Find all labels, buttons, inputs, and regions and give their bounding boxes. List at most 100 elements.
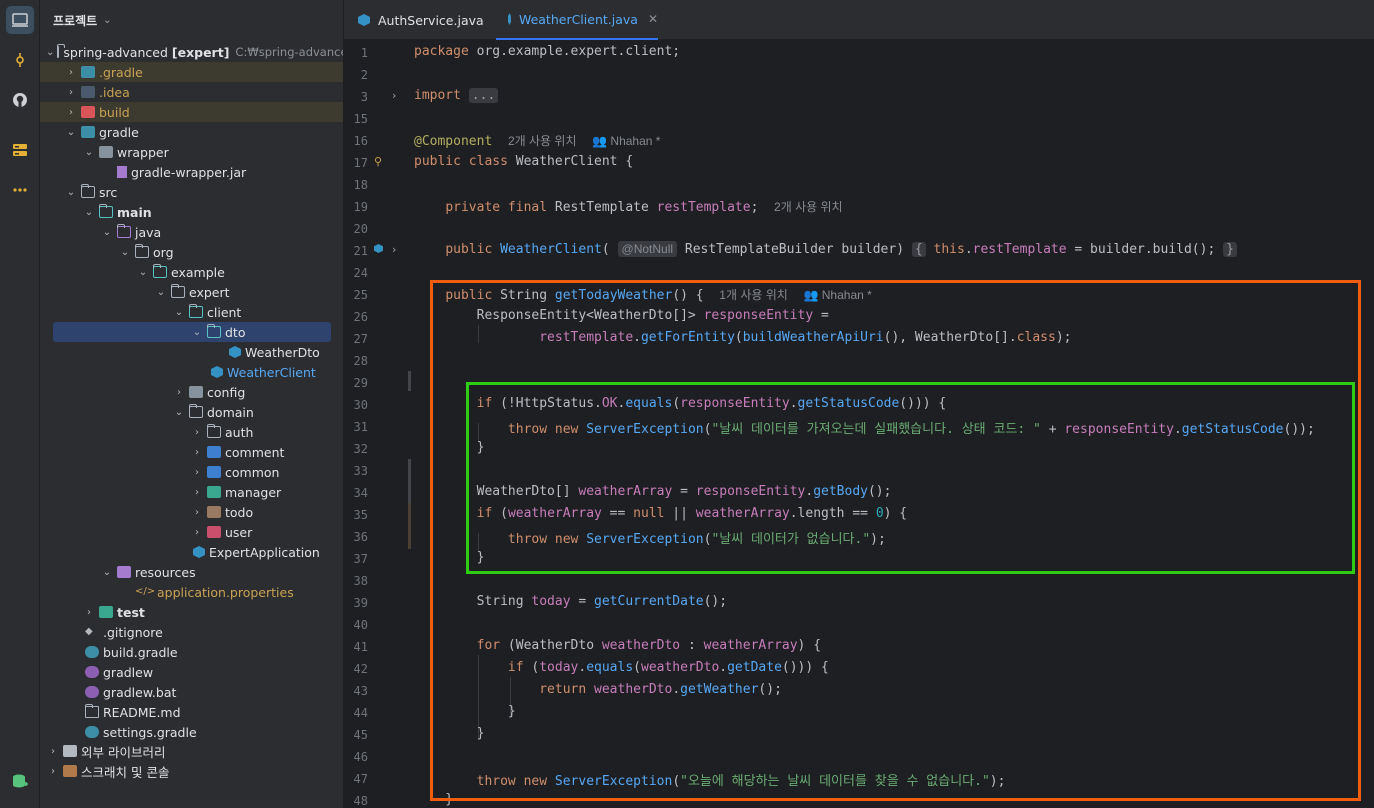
- tree-item-settings-gradle[interactable]: settings.gradle: [40, 722, 343, 742]
- github-icon[interactable]: [6, 86, 34, 114]
- chevron-right-icon[interactable]: ›: [64, 107, 78, 118]
- chevron-right-icon[interactable]: ›: [64, 87, 78, 98]
- tab-label: AuthService.java: [378, 12, 484, 28]
- fold-expand-icon[interactable]: ›: [392, 89, 396, 102]
- chevron-right-icon[interactable]: ›: [46, 766, 60, 777]
- chevron-down-icon[interactable]: ⌄: [100, 227, 114, 238]
- tree-item-weatherdto[interactable]: WeatherDto: [40, 342, 343, 362]
- tree-item-common[interactable]: › common: [40, 462, 343, 482]
- code-line: @Component 2개 사용 위치 👥 Nhahan *: [414, 134, 661, 149]
- package-icon: [189, 304, 203, 318]
- tree-item-idea[interactable]: › .idea: [40, 82, 343, 102]
- package-icon: [207, 526, 221, 538]
- bean-icon[interactable]: ⚲: [374, 155, 382, 168]
- gradle-folder-icon: [81, 66, 95, 78]
- chevron-down-icon[interactable]: ⌄: [64, 187, 78, 198]
- tree-item-label: todo: [225, 504, 254, 520]
- usages-hint[interactable]: 2개 사용 위치: [774, 200, 843, 214]
- structure-icon[interactable]: [6, 136, 34, 164]
- tree-item-comment[interactable]: › comment: [40, 442, 343, 462]
- tree-item-expert[interactable]: ⌄ expert: [40, 282, 343, 302]
- java-class-icon: [229, 346, 241, 358]
- chevron-right-icon[interactable]: ›: [172, 387, 186, 398]
- chevron-down-icon[interactable]: ⌄: [46, 47, 54, 58]
- tree-item-label: gradlew: [103, 664, 154, 680]
- tree-item-example[interactable]: ⌄ example: [40, 262, 343, 282]
- tree-item-label: 외부 라이브러리: [81, 744, 166, 760]
- tree-item-gradle-wrapper-jar[interactable]: gradle-wrapper.jar: [40, 162, 343, 182]
- package-icon: [207, 324, 221, 338]
- tree-item-manager[interactable]: › manager: [40, 482, 343, 502]
- tree-item-org[interactable]: ⌄ org: [40, 242, 343, 262]
- chevron-down-icon[interactable]: ⌄: [64, 127, 78, 138]
- tree-item-client[interactable]: ⌄ client: [40, 302, 343, 322]
- package-icon: [207, 424, 221, 438]
- implementation-icon[interactable]: [374, 244, 383, 253]
- chevron-right-icon[interactable]: ›: [190, 487, 204, 498]
- tree-item-gradle[interactable]: ⌄ gradle: [40, 122, 343, 142]
- more-tools-icon[interactable]: [6, 176, 34, 204]
- tree-root[interactable]: ⌄ spring-advanced [expert] C:₩spring-adv…: [40, 42, 343, 62]
- tree-item-scratches[interactable]: › 스크래치 및 콘솔: [40, 761, 343, 781]
- chevron-down-icon[interactable]: ⌄: [190, 327, 204, 338]
- tree-item-resources[interactable]: ⌄ resources: [40, 562, 343, 582]
- tree-item-gitignore[interactable]: ◆ .gitignore: [40, 622, 343, 642]
- line-number: 2: [360, 68, 368, 82]
- tree-item-expertapplication[interactable]: ExpertApplication: [40, 542, 343, 562]
- project-panel-header[interactable]: 프로젝트 ⌄: [40, 0, 343, 40]
- tree-item-main[interactable]: ⌄ main: [40, 202, 343, 222]
- folded-imports[interactable]: ...: [468, 88, 499, 103]
- tree-item-build-gradle[interactable]: build.gradle: [40, 642, 343, 662]
- chevron-right-icon[interactable]: ›: [82, 607, 96, 618]
- author-hint[interactable]: Nhahan *: [610, 134, 660, 148]
- fold-expand-icon[interactable]: ›: [392, 243, 396, 256]
- chevron-down-icon[interactable]: ⌄: [172, 407, 186, 418]
- tree-item-src[interactable]: ⌄ src: [40, 182, 343, 202]
- tree-item-build[interactable]: › build: [40, 102, 343, 122]
- tree-item-todo[interactable]: › todo: [40, 502, 343, 522]
- chevron-right-icon[interactable]: ›: [190, 527, 204, 538]
- tree-item-config[interactable]: › config: [40, 382, 343, 402]
- tree-item-java[interactable]: ⌄ java: [40, 222, 343, 242]
- tree-item-gradlew-bat[interactable]: gradlew.bat: [40, 682, 343, 702]
- tab-authservice[interactable]: AuthService.java: [358, 0, 508, 40]
- chevron-down-icon[interactable]: ⌄: [154, 287, 168, 298]
- tree-root-name: spring-advanced: [63, 44, 168, 60]
- line-number: 3: [360, 90, 368, 104]
- chevron-right-icon[interactable]: ›: [190, 427, 204, 438]
- chevron-down-icon[interactable]: ⌄: [172, 307, 186, 318]
- tree-item-auth[interactable]: › auth: [40, 422, 343, 442]
- tree-item-user[interactable]: › user: [40, 522, 343, 542]
- database-icon[interactable]: [6, 768, 34, 796]
- tree-item-application-properties[interactable]: </> application.properties: [40, 582, 343, 602]
- line-number: 29: [353, 376, 368, 390]
- tab-weatherclient[interactable]: WeatherClient.java ✕: [496, 0, 658, 40]
- chevron-down-icon[interactable]: ⌄: [103, 15, 111, 26]
- tree-item-weatherclient[interactable]: WeatherClient: [40, 362, 343, 382]
- project-tool-icon[interactable]: [6, 6, 34, 34]
- chevron-right-icon[interactable]: ›: [64, 67, 78, 78]
- chevron-down-icon[interactable]: ⌄: [118, 247, 132, 258]
- tree-item-gradle-hidden[interactable]: › .gradle: [40, 62, 343, 82]
- chevron-down-icon[interactable]: ⌄: [100, 567, 114, 578]
- commit-icon[interactable]: [6, 46, 34, 74]
- tree-item-dto[interactable]: ⌄ dto: [53, 322, 331, 342]
- chevron-right-icon[interactable]: ›: [46, 746, 60, 757]
- chevron-down-icon[interactable]: ⌄: [82, 147, 96, 158]
- tree-item-wrapper[interactable]: ⌄ wrapper: [40, 142, 343, 162]
- tree-item-readme[interactable]: README.md: [40, 702, 343, 722]
- tree-item-domain[interactable]: ⌄ domain: [40, 402, 343, 422]
- chevron-right-icon[interactable]: ›: [190, 467, 204, 478]
- tree-item-label: ExpertApplication: [209, 544, 320, 560]
- tree-item-test[interactable]: › test: [40, 602, 343, 622]
- chevron-right-icon[interactable]: ›: [190, 507, 204, 518]
- chevron-down-icon[interactable]: ⌄: [136, 267, 150, 278]
- chevron-down-icon[interactable]: ⌄: [82, 207, 96, 218]
- tree-item-gradlew[interactable]: gradlew: [40, 662, 343, 682]
- module-folder-icon: [99, 204, 113, 218]
- tree-item-external-libraries[interactable]: › 외부 라이브러리: [40, 741, 343, 761]
- close-icon[interactable]: ✕: [648, 12, 658, 26]
- jar-icon: [117, 166, 127, 178]
- chevron-right-icon[interactable]: ›: [190, 447, 204, 458]
- usages-hint[interactable]: 2개 사용 위치: [508, 134, 577, 148]
